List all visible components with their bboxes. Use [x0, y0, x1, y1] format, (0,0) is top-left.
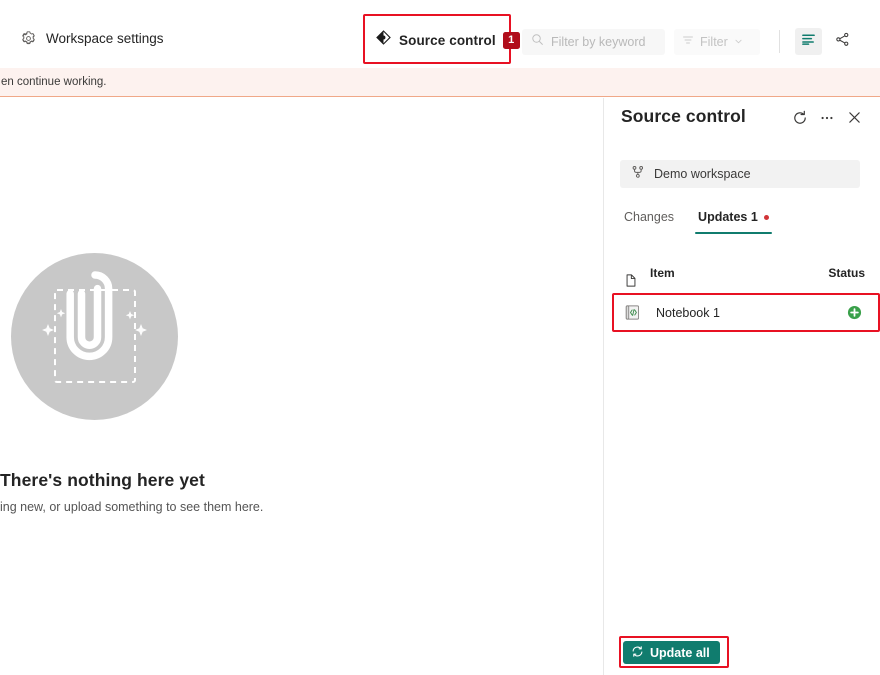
app-root: Workspace settings Source control 1 Filt… [0, 0, 880, 675]
panel-tabs: Changes Updates 1 [621, 208, 772, 234]
source-control-panel: Source control Demo workspace Changes Up… [605, 98, 880, 675]
close-icon [847, 110, 862, 130]
notification-banner: en continue working. [0, 68, 880, 97]
list-view-icon [801, 32, 816, 52]
tab-updates[interactable]: Updates 1 [695, 208, 772, 234]
refresh-icon [631, 645, 644, 661]
search-icon [531, 33, 544, 51]
table-row[interactable]: Notebook 1 [620, 300, 865, 325]
filter-dropdown-label: Filter [700, 35, 728, 49]
main-content-area: There's nothing here yet ing new, or upl… [0, 98, 604, 675]
empty-state-subtitle: ing new, or upload something to see them… [0, 500, 264, 514]
source-control-label: Source control [399, 32, 496, 48]
paperclip-upload-illustration [11, 253, 178, 420]
filter-dropdown-button[interactable]: Filter [674, 29, 760, 55]
source-control-diamond-icon [375, 29, 392, 51]
refresh-icon [792, 110, 808, 131]
panel-more-options-button[interactable] [814, 107, 840, 133]
lineage-share-icon [835, 32, 850, 52]
more-horizontal-icon [819, 110, 835, 131]
column-header-item: Item [650, 266, 675, 280]
notification-banner-text: en continue working. [1, 76, 107, 88]
toolbar-divider [779, 30, 780, 53]
filter-keyword-placeholder: Filter by keyword [551, 35, 646, 49]
panel-close-button[interactable] [841, 107, 867, 133]
update-all-label: Update all [650, 645, 710, 660]
filter-keyword-input[interactable]: Filter by keyword [522, 29, 665, 55]
workspace-settings-label: Workspace settings [46, 31, 164, 46]
empty-state-title: There's nothing here yet [0, 470, 205, 490]
notebook-item-name: Notebook 1 [656, 305, 720, 320]
lineage-view-icon-button[interactable] [829, 28, 856, 55]
top-toolbar: Workspace settings Source control 1 Filt… [0, 0, 880, 68]
tab-changes-label: Changes [624, 210, 675, 224]
workspace-selector-chip[interactable]: Demo workspace [620, 160, 860, 188]
filter-lines-icon [682, 33, 694, 51]
list-view-icon-button[interactable] [795, 28, 822, 55]
workspace-chip-label: Demo workspace [654, 167, 751, 181]
empty-state: There's nothing here yet ing new, or upl… [0, 253, 368, 514]
gear-icon [20, 30, 37, 47]
panel-title: Source control [621, 106, 746, 126]
column-header-status: Status [828, 266, 865, 280]
tab-changes[interactable]: Changes [621, 208, 677, 234]
green-plus-added-icon [847, 305, 862, 320]
branch-icon [631, 165, 645, 184]
workspace-settings-button[interactable]: Workspace settings [20, 30, 164, 47]
panel-refresh-button[interactable] [787, 107, 813, 133]
tab-updates-unread-dot [763, 214, 769, 220]
notebook-code-icon [624, 304, 641, 321]
source-control-count-badge: 1 [502, 31, 520, 49]
table-header: Item Status [620, 261, 865, 287]
update-all-button[interactable]: Update all [623, 641, 720, 664]
tab-updates-label: Updates 1 [698, 210, 758, 224]
chevron-down-icon [734, 33, 743, 51]
source-control-button[interactable]: Source control 1 [373, 27, 524, 53]
